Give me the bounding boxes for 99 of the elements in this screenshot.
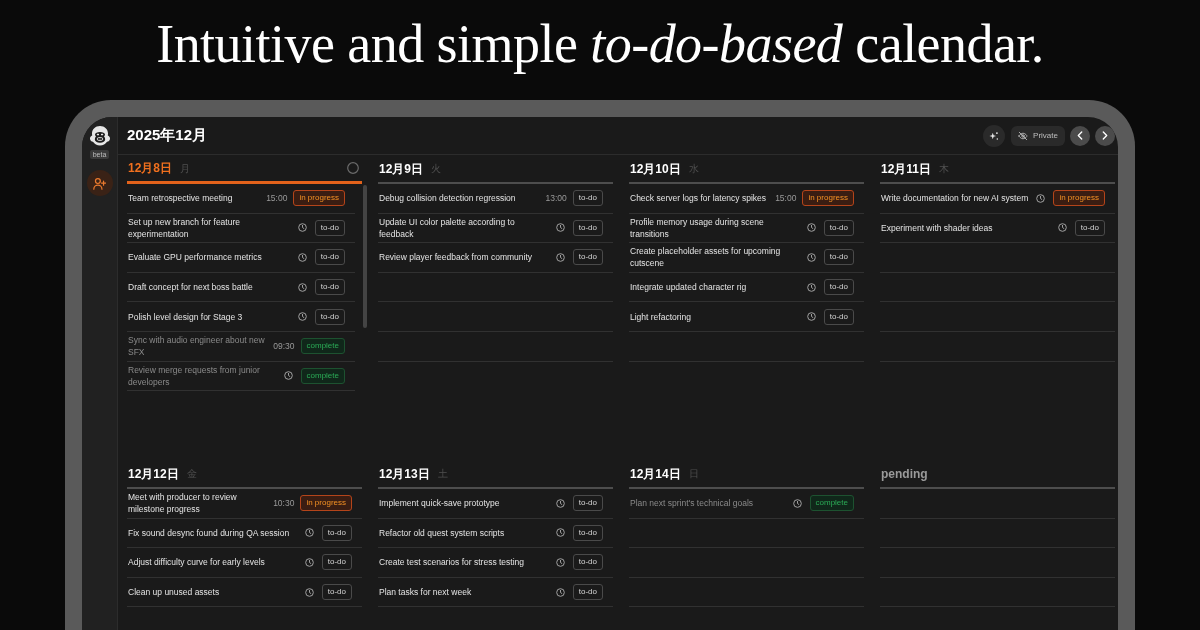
task-title: Team retrospective meeting — [128, 192, 234, 205]
clock-icon[interactable] — [283, 371, 293, 381]
sparkle-button[interactable] — [983, 124, 1006, 147]
status-tag[interactable]: to-do — [572, 554, 603, 571]
task-title: Light refactoring — [630, 310, 692, 323]
status-tag[interactable]: to-do — [572, 584, 603, 601]
month-title: 2025年12月 — [127, 125, 208, 146]
task-time: 09:30 — [273, 339, 295, 353]
status-tag[interactable]: to-do — [321, 554, 352, 571]
status-tag[interactable]: to-do — [314, 279, 345, 296]
person-plus-icon — [93, 176, 106, 190]
task-title: Create test scenarios for stress testing — [379, 556, 526, 569]
sparkle-icon — [989, 130, 1000, 141]
task-title: Draft concept for next boss battle — [128, 281, 254, 294]
previous-button[interactable] — [1070, 125, 1090, 146]
status-tag[interactable]: complete — [809, 495, 854, 512]
task-title: Update UI color palette according to feedback — [379, 215, 516, 240]
clock-icon[interactable] — [304, 587, 314, 597]
clock-icon[interactable] — [1057, 223, 1067, 233]
eye-off-icon — [1018, 130, 1029, 141]
next-button[interactable] — [1095, 125, 1115, 146]
task-time: 15:00 — [775, 191, 797, 205]
task-title: Meet with producer to review milestone progress — [128, 491, 238, 516]
day-date: 12月14日 — [629, 465, 681, 483]
status-tag[interactable]: to-do — [572, 190, 603, 207]
status-tag[interactable]: to-do — [321, 584, 352, 601]
task-title: Sync with audio engineer about new SFX — [128, 334, 266, 359]
task-title: Review player feedback from community — [379, 251, 534, 264]
status-tag[interactable]: to-do — [572, 219, 603, 236]
clock-icon[interactable] — [555, 558, 565, 567]
scrollbar-thumb[interactable] — [363, 185, 367, 328]
day-date: 12月11日 — [880, 160, 932, 178]
status-tag[interactable]: in progress — [293, 190, 345, 207]
clock-icon[interactable] — [304, 558, 314, 567]
status-tag[interactable]: to-do — [314, 219, 345, 236]
task-title: Evaluate GPU performance metrics — [128, 251, 263, 264]
status-tag[interactable]: in progress — [1053, 190, 1105, 207]
pending-title: pending — [880, 465, 928, 483]
task-title: Write documentation for new AI system — [881, 192, 1030, 205]
status-tag[interactable]: to-do — [823, 279, 854, 296]
clock-icon[interactable] — [297, 253, 307, 262]
status-tag[interactable]: to-do — [823, 249, 854, 266]
task-title: Plan next sprint's technical goals — [630, 497, 755, 510]
clock-icon[interactable] — [555, 528, 565, 538]
task-title: Polish level design for Stage 3 — [128, 310, 244, 323]
status-tag[interactable]: to-do — [314, 249, 345, 266]
clock-icon[interactable] — [297, 223, 307, 233]
clock-icon[interactable] — [304, 528, 314, 538]
status-tag[interactable]: complete — [300, 338, 345, 355]
circle-icon[interactable] — [347, 162, 359, 174]
clock-icon[interactable] — [792, 498, 802, 508]
status-tag[interactable]: to-do — [572, 249, 603, 266]
clock-icon[interactable] — [806, 282, 816, 292]
clock-icon[interactable] — [555, 498, 565, 508]
task-title: Review merge requests from junior developers — [128, 363, 261, 388]
status-tag[interactable]: complete — [300, 367, 345, 384]
task-title: Plan tasks for next week — [379, 586, 473, 599]
private-button[interactable]: Private — [1011, 125, 1065, 146]
task-title: Create placeholder assets for upcoming cutscene — [630, 245, 782, 270]
task-title: Profile memory usage during scene transitions — [630, 215, 765, 240]
clock-icon[interactable] — [297, 312, 307, 322]
add-user-button[interactable] — [86, 170, 113, 196]
status-tag[interactable]: to-do — [823, 308, 854, 325]
status-tag[interactable]: to-do — [1074, 219, 1105, 236]
task-time: 15:00 — [266, 191, 288, 205]
clock-icon[interactable] — [1036, 193, 1046, 203]
task-title: Check server logs for latency spikes — [630, 192, 768, 205]
status-tag[interactable]: to-do — [572, 495, 603, 512]
task-title: Integrate updated character rig — [630, 281, 748, 294]
clock-icon[interactable] — [555, 587, 565, 597]
task-time: 13:00 — [545, 191, 567, 205]
clock-icon[interactable] — [806, 223, 816, 233]
status-tag[interactable]: to-do — [823, 219, 854, 236]
day-date: 12月13日 — [378, 465, 430, 483]
chevron-right-icon — [1102, 131, 1108, 140]
day-date: 12月9日 — [378, 160, 424, 178]
day-date: 12月8日 — [127, 160, 173, 177]
clock-icon[interactable] — [555, 223, 565, 233]
task-title: Clean up unused assets — [128, 586, 221, 599]
day-date: 12月12日 — [127, 465, 179, 483]
clock-icon[interactable] — [806, 253, 816, 262]
task-title: Set up new branch for feature experimentation — [128, 215, 241, 240]
status-tag[interactable]: in progress — [802, 190, 854, 207]
task-title: Fix sound desync found during QA session — [128, 526, 291, 539]
status-tag[interactable]: in progress — [300, 495, 352, 512]
clock-icon[interactable] — [806, 312, 816, 322]
task-time: 10:30 — [273, 496, 295, 510]
clock-icon[interactable] — [555, 253, 565, 262]
task-title: Debug collision detection regression — [379, 192, 517, 205]
task-title: Adjust difficulty curve for early levels — [128, 556, 266, 569]
clock-icon[interactable] — [297, 282, 307, 292]
task-title: Experiment with shader ideas — [881, 221, 994, 234]
status-tag[interactable]: to-do — [572, 524, 603, 541]
day-date: 12月10日 — [629, 160, 681, 178]
status-tag[interactable]: to-do — [321, 524, 352, 541]
status-tag[interactable]: to-do — [314, 308, 345, 325]
task-title: Implement quick-save prototype — [379, 497, 501, 510]
task-title: Refactor old quest system scripts — [379, 526, 506, 539]
chevron-left-icon — [1077, 131, 1083, 140]
